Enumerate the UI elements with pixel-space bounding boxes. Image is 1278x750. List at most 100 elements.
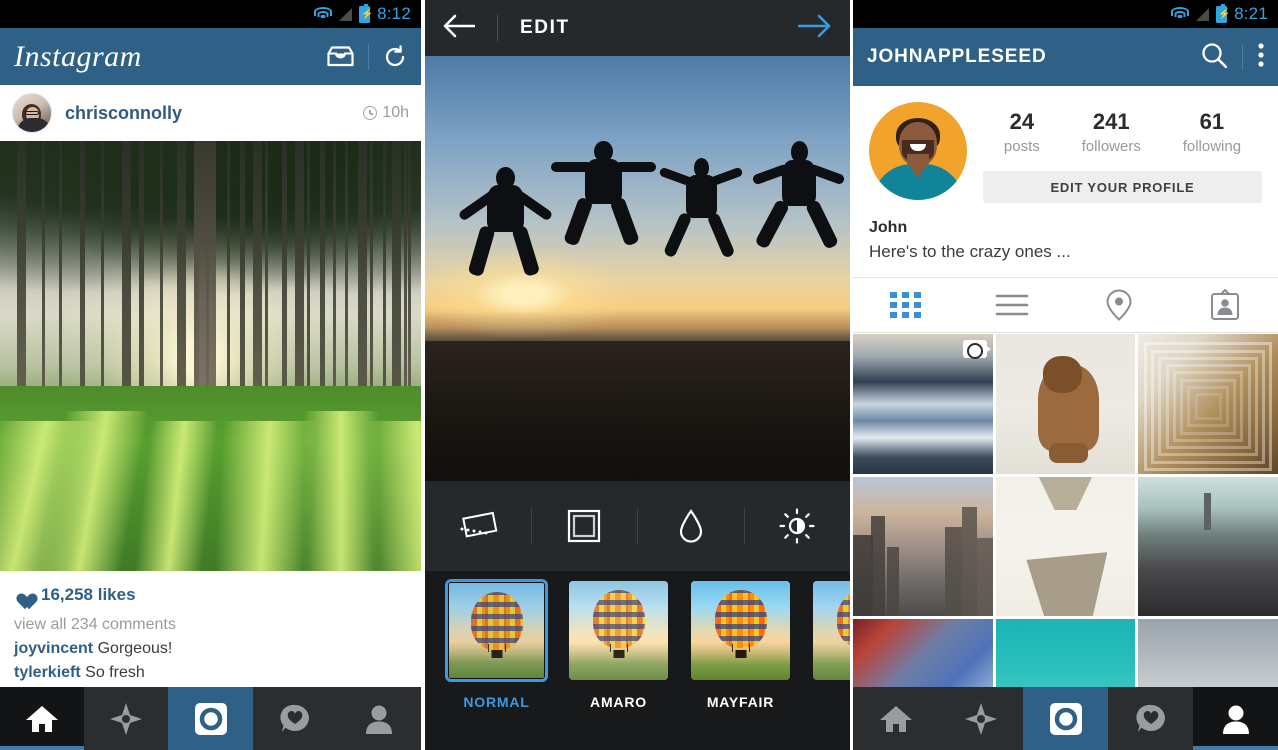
tab-active-underline xyxy=(0,746,85,750)
tab-profile[interactable] xyxy=(337,687,421,750)
header-divider xyxy=(368,43,369,70)
tab-camera[interactable] xyxy=(168,687,253,750)
straighten-icon xyxy=(460,511,498,538)
post-photo-forest[interactable] xyxy=(0,141,421,571)
list-icon xyxy=(996,294,1029,316)
filter-normal[interactable]: NORMAL xyxy=(445,579,548,710)
grid-cell[interactable] xyxy=(995,334,1136,474)
comment-username[interactable]: joyvincent xyxy=(14,640,93,657)
profile-view-tabs xyxy=(853,277,1278,333)
panel-profile: 8:21 JOHNAPPLESEED 2 xyxy=(853,0,1278,750)
grid-cell[interactable] xyxy=(1138,476,1278,617)
grid-cell[interactable] xyxy=(853,476,993,617)
tab-explore[interactable] xyxy=(938,687,1023,750)
tool-brightness[interactable] xyxy=(745,508,851,544)
battery-charging-icon xyxy=(359,3,371,23)
stat-label: posts xyxy=(1003,138,1040,155)
status-time: 8:12 xyxy=(377,4,411,23)
status-time: 8:21 xyxy=(1234,4,1268,23)
comment-username[interactable]: tylerkieft xyxy=(14,664,81,681)
header-divider xyxy=(1242,44,1243,70)
profile-summary: 24 posts 241 followers 61 following EDIT… xyxy=(853,86,1278,203)
battery-charging-icon xyxy=(1216,3,1228,23)
search-icon[interactable] xyxy=(1201,42,1228,73)
filter-label: AMARO xyxy=(590,694,647,710)
edit-photo-jumpers[interactable] xyxy=(425,56,850,481)
grid-cell[interactable] xyxy=(1138,334,1278,474)
comment-row: joyvincent Gorgeous! xyxy=(14,637,407,661)
three-phone-screenshots: 8:12 Instagram chrisconnolly xyxy=(0,0,1278,750)
likes-count: 16,258 likes xyxy=(41,585,136,604)
tool-blur[interactable] xyxy=(638,509,744,543)
filter-label: NORMAL xyxy=(463,694,530,710)
profile-header: JOHNAPPLESEED xyxy=(853,28,1278,86)
grid-cell[interactable] xyxy=(995,476,1136,617)
bottom-tab-bar-feed xyxy=(0,687,421,750)
profile-name: John xyxy=(869,219,908,236)
photo-of-you-icon xyxy=(1210,289,1239,320)
instagram-header: Instagram xyxy=(0,28,421,85)
grid-cell[interactable] xyxy=(853,334,993,474)
status-bar-profile: 8:21 xyxy=(853,0,1278,28)
video-badge-icon xyxy=(962,340,991,359)
back-arrow-icon[interactable] xyxy=(443,14,476,43)
stat-label: following xyxy=(1182,138,1242,155)
status-bar-feed: 8:12 xyxy=(0,0,421,28)
filter-amaro[interactable]: AMARO xyxy=(569,581,668,710)
location-pin-icon xyxy=(1106,289,1132,321)
instagram-logo: Instagram xyxy=(14,39,142,73)
profile-tab-photos-of-you[interactable] xyxy=(1172,278,1278,332)
edit-header: EDIT xyxy=(425,0,850,56)
tool-straighten[interactable] xyxy=(425,509,531,543)
likes-row: 16,258 likes xyxy=(0,571,421,613)
stat-value: 241 xyxy=(1092,109,1130,134)
profile-description: Here's to the crazy ones ... xyxy=(869,242,1071,261)
tab-explore[interactable] xyxy=(84,687,168,750)
tab-camera[interactable] xyxy=(1023,687,1108,750)
edit-title: EDIT xyxy=(520,17,570,38)
tab-home[interactable] xyxy=(0,687,85,750)
profile-bio: John Here's to the crazy ones ... xyxy=(853,203,1278,277)
edit-tools-row xyxy=(425,481,850,571)
droplet-icon xyxy=(679,509,702,543)
heart-icon[interactable] xyxy=(14,587,32,603)
tool-border[interactable] xyxy=(532,509,638,543)
tab-activity[interactable] xyxy=(1108,687,1193,750)
wifi-icon xyxy=(313,6,332,22)
avatar[interactable] xyxy=(12,93,52,133)
profile-tab-map[interactable] xyxy=(1066,278,1172,332)
profile-title: JOHNAPPLESEED xyxy=(867,46,1047,67)
wifi-icon xyxy=(1170,6,1189,22)
inbox-icon[interactable] xyxy=(327,46,354,67)
filter-strip[interactable]: NORMAL AMARO MAYFAIR xyxy=(425,571,850,750)
forward-arrow-icon[interactable] xyxy=(797,14,832,43)
comments-block: view all 234 comments joyvincent Gorgeou… xyxy=(0,613,421,685)
stat-posts[interactable]: 24 posts xyxy=(1004,108,1040,158)
tab-profile[interactable] xyxy=(1193,687,1278,750)
refresh-icon[interactable] xyxy=(383,44,407,69)
stat-following[interactable]: 61 following xyxy=(1183,108,1241,158)
filter-mayfair[interactable]: MAYFAIR xyxy=(691,581,790,710)
overflow-menu-icon[interactable] xyxy=(1258,42,1264,72)
comment-text: Gorgeous! xyxy=(97,640,173,657)
post-username[interactable]: chrisconnolly xyxy=(65,103,182,124)
sun-icon xyxy=(779,508,815,544)
filter-label: MAYFAIR xyxy=(706,694,775,710)
tab-active-underline xyxy=(1193,746,1278,750)
view-all-comments-link[interactable]: view all 234 comments xyxy=(14,613,407,637)
edit-your-profile-button[interactable]: EDIT YOUR PROFILE xyxy=(983,171,1262,203)
profile-tab-grid[interactable] xyxy=(853,278,959,332)
stat-followers[interactable]: 241 followers xyxy=(1082,108,1141,158)
header-divider xyxy=(497,15,498,41)
tab-activity[interactable] xyxy=(253,687,337,750)
signal-icon xyxy=(1196,0,1210,21)
frame-icon xyxy=(568,509,601,543)
profile-tab-list[interactable] xyxy=(959,278,1065,332)
stat-label: followers xyxy=(1081,138,1141,155)
tab-home[interactable] xyxy=(853,687,938,750)
comment-row: tylerkieft So fresh xyxy=(14,661,407,685)
profile-avatar[interactable] xyxy=(869,102,967,200)
stat-value: 61 xyxy=(1199,109,1225,134)
filter-next[interactable] xyxy=(813,581,850,694)
post-timestamp: 10h xyxy=(363,104,409,122)
